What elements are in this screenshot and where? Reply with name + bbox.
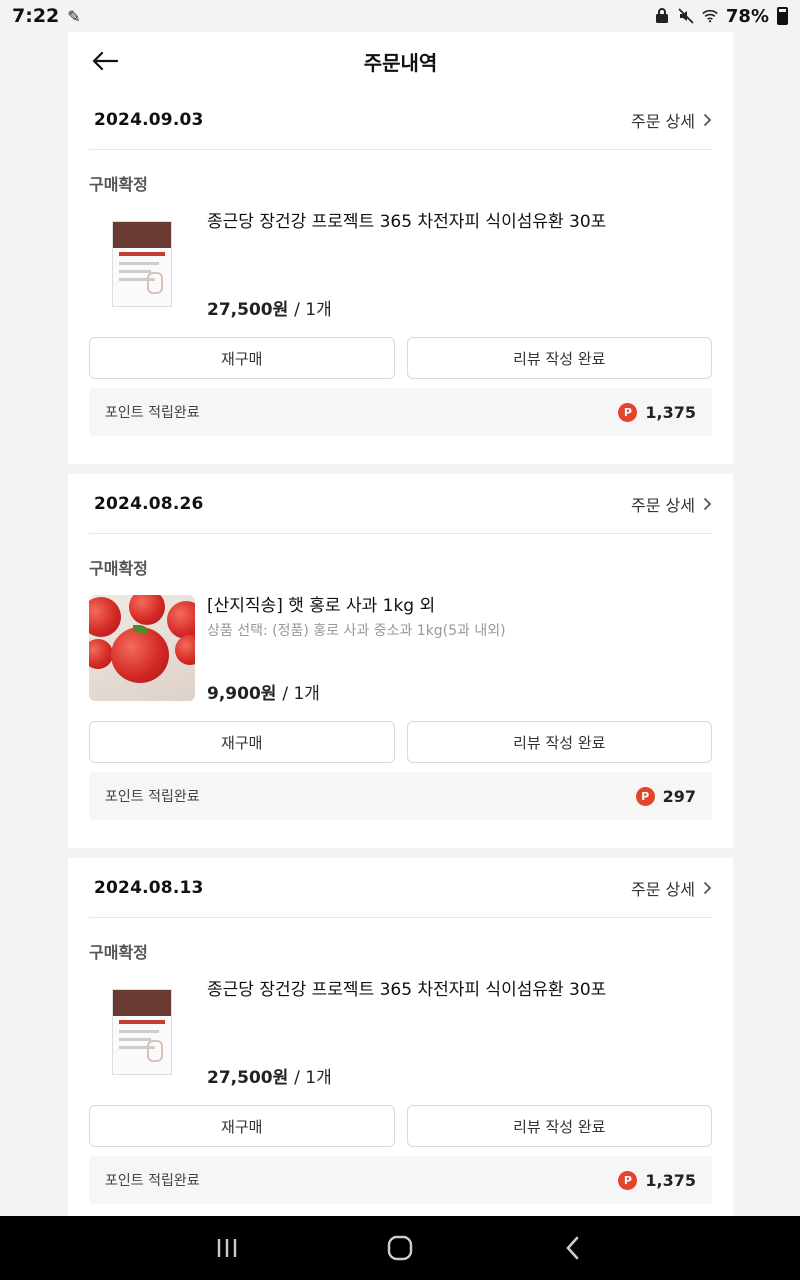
action-buttons: 재구매 리뷰 작성 완료 (89, 1105, 712, 1147)
point-badge-icon: P (618, 402, 638, 422)
apple-image (111, 627, 169, 683)
order-detail-label: 주문 상세 (631, 111, 695, 131)
product-thumbnail[interactable] (89, 211, 195, 317)
review-complete-button[interactable]: 리뷰 작성 완료 (406, 337, 712, 379)
rebuy-button[interactable]: 재구매 (89, 337, 395, 379)
order-card: 2024.08.13 주문 상세 구매확정 종근당 장건강 프로젝트 365 차… (68, 858, 733, 1216)
header: 주문내역 (68, 32, 733, 90)
wifi-icon (702, 8, 718, 24)
point-box: 포인트 적립완료 P 297 (89, 772, 712, 820)
product-thumbnail[interactable] (89, 979, 195, 1085)
order-header: 2024.08.26 주문 상세 (89, 474, 712, 534)
action-buttons: 재구매 리뷰 작성 완료 (89, 337, 712, 379)
order-detail-link[interactable]: 주문 상세 (631, 876, 712, 900)
action-buttons: 재구매 리뷰 작성 완료 (89, 721, 712, 763)
price-amount: 27,500원 (207, 300, 289, 320)
product-price: 27,500원 / 1개 (207, 1063, 332, 1088)
price-amount: 9,900원 (207, 684, 277, 704)
supplement-box-image (112, 989, 172, 1075)
product-row[interactable]: 종근당 장건강 프로젝트 365 차전자피 식이섬유환 30포 27,500원 … (89, 211, 712, 320)
review-complete-button[interactable]: 리뷰 작성 완료 (406, 721, 712, 763)
point-label: 포인트 적립완료 (105, 1173, 200, 1189)
battery-icon (777, 7, 788, 25)
quantity: / 1개 (294, 300, 332, 320)
product-row[interactable]: 종근당 장건강 프로젝트 365 차전자피 식이섬유환 30포 27,500원 … (89, 979, 712, 1088)
order-detail-label: 주문 상세 (631, 495, 695, 515)
supplement-box-image (112, 221, 172, 307)
point-badge-icon: P (635, 786, 655, 806)
quantity: / 1개 (282, 684, 320, 704)
mute-icon (678, 8, 694, 24)
rebuy-button[interactable]: 재구매 (89, 721, 395, 763)
product-info: 종근당 장건강 프로젝트 365 차전자피 식이섬유환 30포 27,500원 … (207, 211, 712, 320)
back-nav-button[interactable] (543, 1218, 603, 1278)
home-icon (387, 1235, 413, 1261)
recent-apps-button[interactable] (197, 1218, 257, 1278)
home-button[interactable] (370, 1218, 430, 1278)
order-status: 구매확정 (89, 175, 148, 194)
status-bar: 7:22 ✎ 78% (0, 0, 800, 32)
order-status: 구매확정 (89, 559, 148, 578)
order-date: 2024.08.13 (94, 877, 204, 898)
order-history-screen: 주문내역 2024.09.03 주문 상세 구매확정 종근당 장건강 프로젝트 … (68, 32, 733, 1216)
order-status: 구매확정 (89, 943, 148, 962)
point-label: 포인트 적립완료 (105, 789, 200, 805)
point-badge-icon: P (618, 1170, 638, 1190)
order-card: 2024.09.03 주문 상세 구매확정 종근당 장건강 프로젝트 365 차… (68, 90, 733, 464)
arrow-left-icon (92, 51, 118, 71)
page-title: 주문내역 (363, 50, 438, 75)
product-info: 종근당 장건강 프로젝트 365 차전자피 식이섬유환 30포 27,500원 … (207, 979, 712, 1088)
battery-percent: 78% (725, 5, 769, 27)
chevron-right-icon (703, 113, 712, 126)
point-value: P 1,375 (618, 1170, 696, 1190)
order-detail-link[interactable]: 주문 상세 (631, 492, 712, 516)
order-card: 2024.08.26 주문 상세 구매확정 [산지직송] 햇 홍로 사과 1kg… (68, 474, 733, 848)
price-amount: 27,500원 (207, 1068, 289, 1088)
recent-apps-icon (217, 1239, 236, 1257)
product-name: [산지직송] 햇 홍로 사과 1kg 외 (207, 596, 436, 616)
product-name: 종근당 장건강 프로젝트 365 차전자피 식이섬유환 30포 (207, 980, 607, 1000)
status-indicators: 78% (654, 6, 788, 27)
system-nav-bar (0, 1216, 800, 1280)
product-price: 9,900원 / 1개 (207, 679, 320, 704)
product-row[interactable]: [산지직송] 햇 홍로 사과 1kg 외 상품 선택: (정품) 홍로 사과 중… (89, 595, 712, 704)
rebuy-button[interactable]: 재구매 (89, 1105, 395, 1147)
chevron-right-icon (703, 497, 712, 510)
status-time: 7:22 (12, 5, 60, 27)
point-value: P 1,375 (618, 402, 696, 422)
order-header: 2024.08.13 주문 상세 (89, 858, 712, 918)
quantity: / 1개 (294, 1068, 332, 1088)
order-detail-label: 주문 상세 (631, 879, 695, 899)
product-option: 상품 선택: (정품) 홍로 사과 중소과 1kg(5과 내외) (207, 623, 506, 639)
point-amount: 1,375 (645, 1170, 696, 1190)
order-date: 2024.08.26 (94, 493, 204, 514)
lock-icon (654, 8, 670, 24)
back-button[interactable] (90, 46, 120, 76)
product-name: 종근당 장건강 프로젝트 365 차전자피 식이섬유환 30포 (207, 212, 607, 232)
order-detail-link[interactable]: 주문 상세 (631, 108, 712, 132)
product-price: 27,500원 / 1개 (207, 295, 332, 320)
pen-icon: ✎ (67, 6, 81, 26)
order-header: 2024.09.03 주문 상세 (89, 90, 712, 150)
point-amount: 1,375 (645, 402, 696, 422)
point-box: 포인트 적립완료 P 1,375 (89, 388, 712, 436)
back-chevron-icon (566, 1236, 579, 1260)
point-label: 포인트 적립완료 (105, 405, 200, 421)
product-info: [산지직송] 햇 홍로 사과 1kg 외 상품 선택: (정품) 홍로 사과 중… (207, 595, 712, 704)
chevron-right-icon (703, 881, 712, 894)
product-thumbnail[interactable] (89, 595, 195, 701)
point-value: P 297 (635, 786, 696, 806)
point-amount: 297 (662, 786, 696, 806)
review-complete-button[interactable]: 리뷰 작성 완료 (406, 1105, 712, 1147)
order-date: 2024.09.03 (94, 109, 204, 130)
point-box: 포인트 적립완료 P 1,375 (89, 1156, 712, 1204)
